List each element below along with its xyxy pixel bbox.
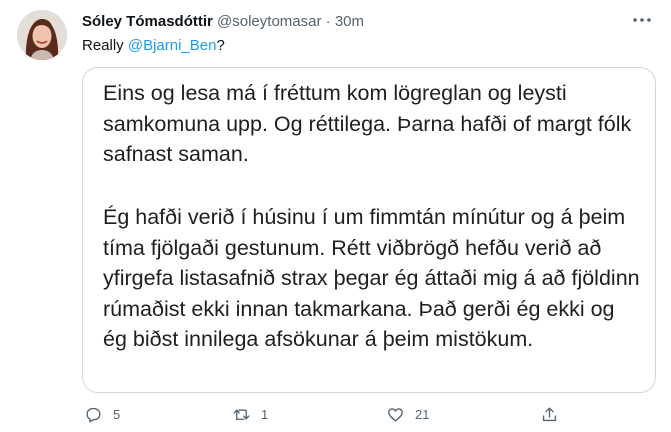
like-button[interactable]: 21 bbox=[386, 400, 429, 428]
retweet-count: 1 bbox=[261, 406, 269, 422]
separator-dot: · bbox=[325, 13, 331, 30]
share-button[interactable] bbox=[540, 400, 559, 428]
tweet-text-prefix: Really bbox=[82, 37, 128, 54]
like-count: 21 bbox=[415, 406, 430, 422]
retweet-button[interactable]: 1 bbox=[232, 400, 268, 428]
reply-button[interactable]: 5 bbox=[84, 400, 120, 428]
action-bar: 5 1 21 bbox=[82, 400, 662, 428]
reply-count: 5 bbox=[113, 406, 121, 422]
retweet-icon bbox=[233, 408, 250, 420]
heart-icon bbox=[388, 407, 403, 422]
tweet-text: Really @Bjarni_Ben? bbox=[82, 36, 225, 56]
share-icon bbox=[542, 406, 557, 421]
avatar[interactable] bbox=[17, 10, 67, 60]
author-handle[interactable]: @soleytomasar bbox=[217, 13, 321, 30]
more-icon bbox=[633, 18, 651, 22]
more-options-button[interactable] bbox=[630, 12, 654, 28]
tweet-header: Sóley Tómasdóttir @soleytomasar · 30m bbox=[82, 12, 364, 32]
timestamp[interactable]: 30m bbox=[335, 13, 364, 30]
image-paragraph-2: Ég hafði verið í húsinu í um fimmtán mín… bbox=[103, 205, 640, 351]
tweet-text-suffix: ? bbox=[216, 37, 225, 54]
reply-icon bbox=[86, 407, 101, 422]
avatar-photo-icon bbox=[17, 10, 67, 60]
attached-image[interactable]: Eins og lesa má í fréttum kom lögreglan … bbox=[82, 67, 656, 393]
author-name[interactable]: Sóley Tómasdóttir bbox=[82, 13, 213, 30]
mention-link[interactable]: @Bjarni_Ben bbox=[128, 37, 217, 54]
image-paragraph-1: Eins og lesa má í fréttum kom lögreglan … bbox=[103, 81, 632, 166]
